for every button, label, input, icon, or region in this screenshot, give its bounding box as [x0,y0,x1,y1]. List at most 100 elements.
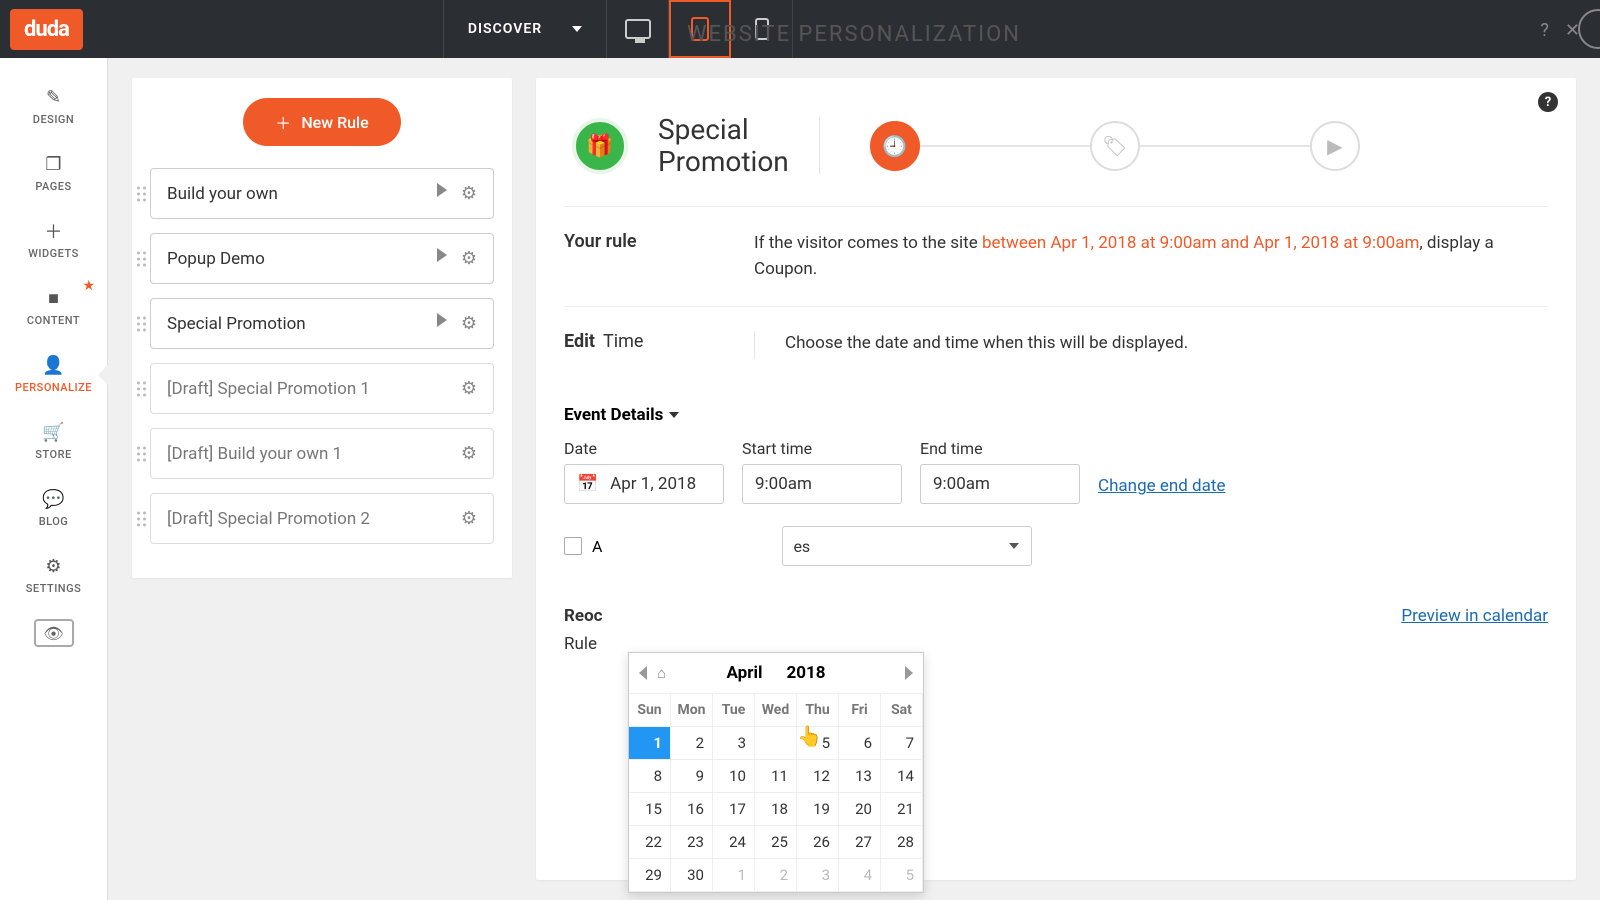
nav-settings[interactable]: ⚙SETTINGS [0,542,107,609]
gear-icon: ⚙ [44,556,64,576]
calendar-day[interactable]: 27 [839,826,881,859]
calendar-dow: Mon [671,694,713,727]
help-icon[interactable]: ? [1538,92,1558,112]
next-month-button[interactable] [905,666,913,680]
all-day-checkbox[interactable] [564,537,582,555]
calendar-day[interactable]: 4 [839,859,881,892]
close-icon[interactable]: ✕ [1565,20,1580,41]
gear-icon[interactable]: ⚙ [461,443,477,464]
calendar-day[interactable]: 2 [671,727,713,760]
calendar-day[interactable]: 12 [797,760,839,793]
star-icon: ★ [82,278,95,294]
calendar-day[interactable]: 8 [629,760,671,793]
calendar-day[interactable]: 23 [671,826,713,859]
calendar-day[interactable]: 14 [881,760,923,793]
calendar-year[interactable]: 2018 [786,663,825,683]
play-icon[interactable] [437,183,447,197]
calendar-day[interactable]: 30 [671,859,713,892]
calendar-day[interactable]: 29 [629,859,671,892]
drag-handle[interactable] [137,186,146,201]
calendar-day[interactable]: 17 [713,793,755,826]
calendar-dow: Sat [881,694,923,727]
rules-panel: ＋ New Rule Build your own⚙ Popup Demo⚙ Spe… [132,78,512,578]
calendar-day[interactable]: 3 [713,727,755,760]
rule-item[interactable]: [Draft] Special Promotion 1 ⚙ [150,363,494,414]
calendar-day[interactable]: 3 [797,859,839,892]
rule-item[interactable]: Special Promotion⚙ [150,298,494,349]
calendar-day[interactable]: 22 [629,826,671,859]
gear-icon[interactable]: ⚙ [461,248,477,269]
date-input[interactable]: 📅 Apr 1, 2018 [564,464,724,504]
start-time-input[interactable]: 9:00am [742,464,902,504]
drag-handle[interactable] [137,251,146,266]
play-icon[interactable] [437,313,447,327]
gear-icon[interactable]: ⚙ [461,183,477,204]
calendar-day[interactable]: 2 [755,859,797,892]
calendar-day[interactable]: 18 [755,793,797,826]
timezone-select[interactable]: es [782,526,1032,566]
calendar-day[interactable]: 20 [839,793,881,826]
calendar-day[interactable]: 24 [713,826,755,859]
plus-icon: ＋ [44,221,64,241]
nav-store[interactable]: 🛒STORE [0,408,107,475]
nav-personalize[interactable]: 👤PERSONALIZE [0,341,107,408]
prev-month-button[interactable] [639,666,647,680]
calendar-day[interactable] [755,727,797,760]
rule-item[interactable]: Popup Demo⚙ [150,233,494,284]
calendar-day[interactable]: 10 [713,760,755,793]
play-icon[interactable] [437,248,447,262]
calendar-day[interactable]: 1 [713,859,755,892]
gear-icon[interactable]: ⚙ [461,508,477,529]
folder-icon: ■ [44,288,64,308]
play-icon: ▶ [1327,134,1342,158]
drag-handle[interactable] [137,316,146,331]
calendar-day[interactable]: 5 [797,727,839,760]
calendar-day[interactable]: 9 [671,760,713,793]
preview-toggle[interactable]: 👁 [34,619,74,647]
page-title: WEBSITE PERSONALIZATION [132,22,1576,47]
logo[interactable]: duda [10,9,83,50]
nav-blog[interactable]: 💬BLOG [0,475,107,542]
help-icon[interactable]: ? [1540,20,1549,41]
date-label: Date [564,439,724,458]
step-3-play[interactable]: ▶ [1310,121,1360,171]
rule-item[interactable]: [Draft] Build your own 1⚙ [150,428,494,479]
today-button[interactable]: ⌂ [657,664,666,682]
calendar-day[interactable]: 11 [755,760,797,793]
calendar-month[interactable]: April [727,663,763,683]
profile-circle[interactable] [1578,9,1600,49]
calendar-day[interactable]: 21 [881,793,923,826]
rule-item[interactable]: [Draft] Special Promotion 2⚙ [150,493,494,544]
calendar-day[interactable]: 5 [881,859,923,892]
gear-icon[interactable]: ⚙ [461,378,477,399]
end-time-input[interactable]: 9:00am [920,464,1080,504]
gift-icon: 🎁 [586,134,613,159]
nav-widgets[interactable]: ＋WIDGETS [0,207,107,274]
event-details-toggle[interactable]: Event Details [564,405,1548,425]
step-1-time[interactable]: 🕘 [870,121,920,171]
change-end-date-link[interactable]: Change end date [1098,476,1225,504]
calendar-day[interactable]: 1 [629,727,671,760]
calendar-day[interactable]: 13 [839,760,881,793]
calendar-day[interactable]: 28 [881,826,923,859]
gear-icon[interactable]: ⚙ [461,313,477,334]
rule-item[interactable]: Build your own⚙ [150,168,494,219]
calendar-day[interactable]: 26 [797,826,839,859]
drag-handle[interactable] [137,511,146,526]
drag-handle[interactable] [137,446,146,461]
calendar-day[interactable]: 7 [881,727,923,760]
new-rule-button[interactable]: ＋ New Rule [243,98,400,146]
step-2-tag[interactable]: 🏷 [1090,121,1140,171]
tag-icon: 🏷 [1102,134,1127,158]
calendar-day[interactable]: 25 [755,826,797,859]
rule-label: [Draft] Special Promotion 1 [167,379,370,399]
nav-design[interactable]: ✎DESIGN [0,73,107,140]
drag-handle[interactable] [137,381,146,396]
nav-pages[interactable]: ❐PAGES [0,140,107,207]
calendar-day[interactable]: 6 [839,727,881,760]
calendar-day[interactable]: 15 [629,793,671,826]
calendar-day[interactable]: 19 [797,793,839,826]
preview-calendar-link[interactable]: Preview in calendar [1401,606,1548,626]
calendar-day[interactable]: 16 [671,793,713,826]
nav-content[interactable]: ★■CONTENT [0,274,107,341]
